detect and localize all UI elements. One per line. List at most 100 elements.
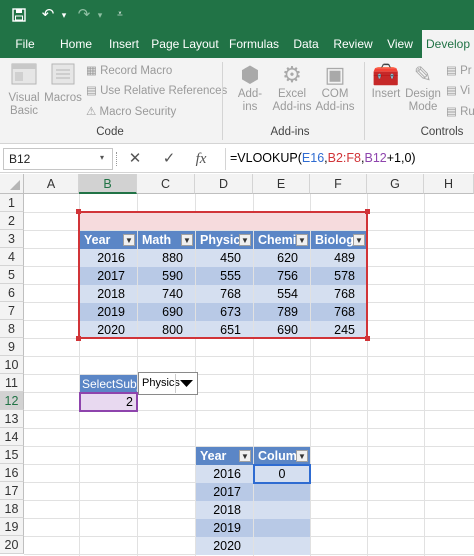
table-cell[interactable] bbox=[254, 537, 310, 555]
design-mode-button[interactable]: ✎ Design Mode bbox=[404, 62, 442, 114]
tab-view[interactable]: View bbox=[382, 30, 418, 58]
formula-input[interactable]: =VLOOKUP(E16,B2:F8,B12+1,0) bbox=[225, 148, 470, 170]
relative-references-icon: ▤ bbox=[86, 85, 97, 97]
range-handle[interactable] bbox=[365, 336, 370, 341]
column-header-g[interactable]: G bbox=[367, 174, 424, 194]
redo-icon[interactable]: ↷ bbox=[74, 0, 94, 30]
formula-ref-border-e16 bbox=[253, 464, 311, 484]
row-header-13[interactable]: 13 bbox=[0, 410, 24, 428]
macros-button[interactable]: Macros bbox=[44, 62, 82, 105]
ribbon-separator bbox=[364, 62, 365, 140]
row-header-10[interactable]: 10 bbox=[0, 356, 24, 374]
table2-header-column[interactable]: Colum ▼ bbox=[254, 447, 310, 465]
table-cell[interactable]: 2019 bbox=[196, 519, 253, 537]
properties-icon: ▤ bbox=[446, 65, 457, 77]
worksheet-grid[interactable]: A B C D E F G H 1 2 3 4 5 6 7 8 9 10 11 … bbox=[0, 174, 474, 556]
record-macro-button[interactable]: ▦ Record Macro bbox=[86, 64, 172, 78]
formula-ref-b12: B12 bbox=[364, 151, 387, 165]
table-cell[interactable]: 2020 bbox=[196, 537, 253, 555]
row-header-8[interactable]: 8 bbox=[0, 320, 24, 338]
range-handle[interactable] bbox=[76, 209, 81, 214]
column-header-h[interactable]: H bbox=[424, 174, 474, 194]
group-label-controls: Controls bbox=[420, 126, 464, 138]
table-cell[interactable]: 2016 bbox=[196, 465, 253, 483]
row-header-2[interactable]: 2 bbox=[0, 212, 24, 230]
tab-file[interactable]: File bbox=[6, 30, 44, 58]
ribbon-separator bbox=[222, 62, 223, 140]
run-dialog-button[interactable]: ▤ Ru bbox=[446, 105, 474, 119]
insert-control-button[interactable]: 🧰 Insert bbox=[368, 62, 404, 101]
column-header-a[interactable]: A bbox=[24, 174, 79, 194]
table-cell[interactable] bbox=[254, 519, 310, 537]
column-header-b[interactable]: B bbox=[79, 174, 137, 194]
row-header-7[interactable]: 7 bbox=[0, 302, 24, 320]
table-cell[interactable] bbox=[254, 483, 310, 501]
undo-icon[interactable]: ↶ bbox=[38, 0, 58, 30]
row-header-19[interactable]: 19 bbox=[0, 518, 24, 536]
table-cell[interactable]: 2018 bbox=[196, 501, 253, 519]
excel-addins-button[interactable]: ⚙ Excel Add-ins bbox=[272, 62, 312, 114]
selected-cell-b12[interactable]: 2 bbox=[79, 392, 138, 412]
tab-formulas[interactable]: Formulas bbox=[226, 30, 282, 58]
insert-function-icon[interactable]: fx bbox=[190, 149, 212, 169]
filter-dropdown-icon[interactable]: ▼ bbox=[239, 450, 251, 462]
range-handle[interactable] bbox=[76, 336, 81, 341]
row-header-15[interactable]: 15 bbox=[0, 446, 24, 464]
row-header-3[interactable]: 3 bbox=[0, 230, 24, 248]
formula-bar-grip bbox=[116, 152, 118, 166]
subject-dropdown[interactable]: Physics bbox=[138, 372, 198, 395]
enter-icon[interactable]: ✓ bbox=[158, 149, 180, 169]
filter-dropdown-icon[interactable]: ▼ bbox=[296, 450, 308, 462]
com-addins-icon: ▣ bbox=[324, 62, 346, 87]
undo-dropdown-icon[interactable]: ▾ bbox=[58, 0, 70, 30]
cancel-icon[interactable]: ✕ bbox=[124, 149, 146, 169]
select-all-corner[interactable] bbox=[0, 174, 24, 194]
tab-review[interactable]: Review bbox=[330, 30, 376, 58]
column-header-e[interactable]: E bbox=[253, 174, 310, 194]
tab-insert[interactable]: Insert bbox=[102, 30, 146, 58]
name-box[interactable]: B12 bbox=[3, 148, 113, 170]
table-cell[interactable] bbox=[254, 501, 310, 519]
macros-icon bbox=[44, 62, 82, 92]
row-header-12[interactable]: 12 bbox=[0, 392, 24, 410]
tab-home[interactable]: Home bbox=[54, 30, 98, 58]
row-header-18[interactable]: 18 bbox=[0, 500, 24, 518]
customize-icon[interactable]: ⩡ bbox=[112, 0, 128, 30]
properties-button[interactable]: ▤ Pr bbox=[446, 64, 472, 78]
table-cell[interactable]: 2017 bbox=[196, 483, 253, 501]
name-box-dropdown-icon[interactable]: ▾ bbox=[100, 153, 104, 162]
tab-developer[interactable]: Develop bbox=[422, 30, 474, 58]
row-header-9[interactable]: 9 bbox=[0, 338, 24, 356]
range-handle[interactable] bbox=[365, 209, 370, 214]
column-header-f[interactable]: F bbox=[310, 174, 367, 194]
toolbox-icon: 🧰 bbox=[372, 62, 400, 87]
chevron-down-icon[interactable] bbox=[175, 374, 196, 393]
formula-ref-b2-f8: B2:F8 bbox=[327, 151, 361, 165]
row-header-14[interactable]: 14 bbox=[0, 428, 24, 446]
table2-header-year[interactable]: Year ▼ bbox=[196, 447, 253, 465]
warning-icon: ⚠ bbox=[86, 106, 97, 118]
row-header-17[interactable]: 17 bbox=[0, 482, 24, 500]
view-code-button[interactable]: ▤ Vi bbox=[446, 84, 470, 98]
column-header-d[interactable]: D bbox=[195, 174, 253, 194]
com-addins-button[interactable]: ▣ COM Add-ins bbox=[312, 62, 358, 114]
tab-data[interactable]: Data bbox=[288, 30, 324, 58]
addins-button[interactable]: ⬢ Add- ins bbox=[228, 62, 272, 114]
visual-basic-button[interactable]: Visual Basic bbox=[4, 62, 44, 118]
title-bar: ↶ ▾ ↷ ▾ ⩡ bbox=[0, 0, 474, 30]
macro-security-button[interactable]: ⚠ Macro Security bbox=[86, 105, 176, 119]
save-icon[interactable] bbox=[8, 0, 30, 33]
row-header-4[interactable]: 4 bbox=[0, 248, 24, 266]
relative-references-button[interactable]: ▤ Use Relative References bbox=[86, 84, 227, 98]
row-header-20[interactable]: 20 bbox=[0, 536, 24, 554]
column-header-c[interactable]: C bbox=[137, 174, 195, 194]
redo-dropdown-icon[interactable]: ▾ bbox=[94, 0, 106, 30]
row-header-16[interactable]: 16 bbox=[0, 464, 24, 482]
ribbon: Visual Basic Macros ▦ Record Macro ▤ Use… bbox=[0, 58, 474, 144]
row-header-5[interactable]: 5 bbox=[0, 266, 24, 284]
row-header-11[interactable]: 11 bbox=[0, 374, 24, 392]
tab-page-layout[interactable]: Page Layout bbox=[150, 30, 220, 58]
row-header-1[interactable]: 1 bbox=[0, 194, 24, 212]
ribbon-tabs: File Home Insert Page Layout Formulas Da… bbox=[0, 30, 474, 58]
row-header-6[interactable]: 6 bbox=[0, 284, 24, 302]
